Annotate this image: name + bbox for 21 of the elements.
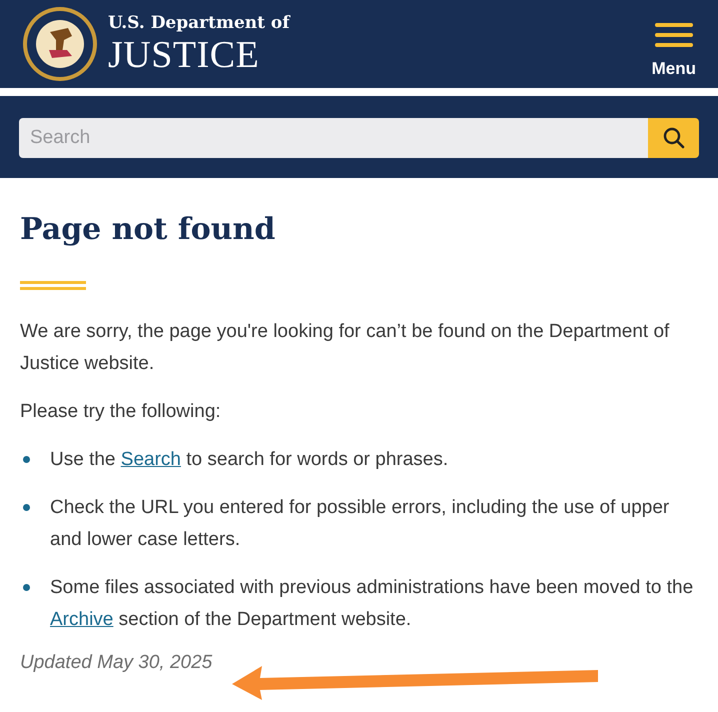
instructions-lead: Please try the following:: [20, 400, 222, 424]
suggestion-text: Some files associated with previous administrations have been moved to the Archive section of the Department website.: [50, 576, 694, 632]
updated-date: Updated May 30, 2025: [20, 652, 214, 674]
text-link[interactable]: Search: [120, 449, 181, 470]
bullet-icon: [23, 456, 30, 463]
search-field[interactable]: Search: [19, 118, 648, 158]
seal-icon: [22, 6, 98, 82]
title-underline: [20, 281, 86, 290]
suggestion-text: Check the URL you entered for possible errors, including the use of upper and lower case letters.: [50, 496, 670, 552]
agency-line: U.S. Department of: [108, 12, 290, 34]
menu-icon: [654, 23, 693, 47]
search-button[interactable]: [648, 118, 699, 158]
page-title: Page not found: [20, 212, 276, 247]
text-link[interactable]: Archive: [50, 609, 114, 630]
search-icon: [662, 127, 684, 149]
bullet-icon: [23, 504, 30, 511]
menu-button[interactable]: Menu: [652, 23, 696, 79]
suggestion-text: Use the Search to search for words or phrases.: [50, 448, 448, 472]
intro-paragraph: We are sorry, the page you're looking for can’t be found on the Department of Justice website.: [20, 320, 670, 376]
bullet-icon: [23, 584, 30, 591]
agency-name: JUSTICE: [108, 34, 260, 76]
